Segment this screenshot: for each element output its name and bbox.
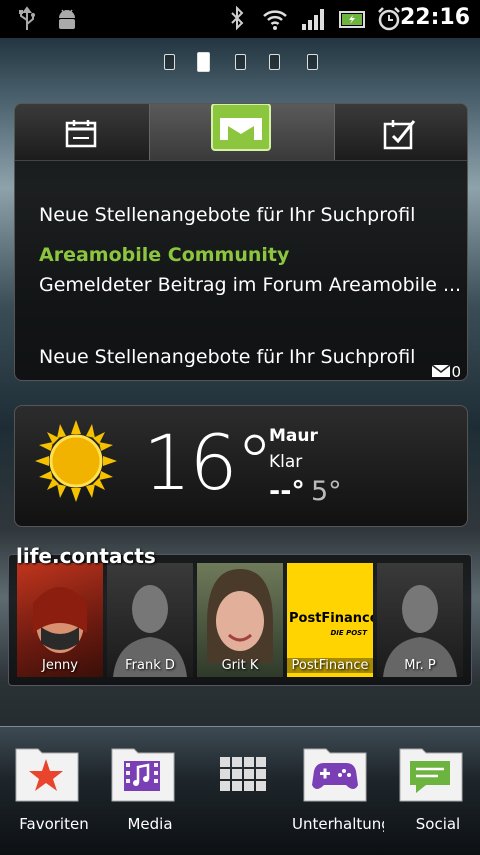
battery-icon bbox=[339, 11, 365, 28]
messaging-tabs bbox=[15, 104, 467, 161]
contact-name: PostFinance bbox=[287, 658, 373, 673]
contact-name: Jenny bbox=[41, 658, 78, 673]
dock-label: Favoriten bbox=[19, 815, 89, 833]
tab-tasks[interactable] bbox=[333, 104, 467, 160]
contacts-widget: Jenny Frank D Grit K PostFinance DIE POS… bbox=[8, 554, 472, 686]
weather-high: 5° bbox=[311, 476, 342, 507]
postfinance-logo: PostFinance bbox=[289, 611, 373, 626]
dock-label: Unterhaltung bbox=[292, 815, 384, 833]
home-page-indicator bbox=[0, 52, 480, 72]
sun-icon bbox=[35, 420, 117, 502]
contact-card[interactable]: Frank D bbox=[107, 563, 193, 677]
weather-widget[interactable]: 16° Maur Klar --° 5° bbox=[14, 405, 468, 527]
unread-indicator: 0 bbox=[431, 363, 461, 381]
page-dot-active[interactable] bbox=[197, 52, 210, 72]
contact-card[interactable]: Grit K bbox=[197, 563, 283, 677]
weather-condition: Klar bbox=[269, 452, 303, 472]
contact-card[interactable]: Mr. P bbox=[377, 563, 463, 677]
contact-card[interactable]: Jenny bbox=[17, 563, 103, 677]
chat-icon bbox=[399, 748, 463, 802]
mail-icon bbox=[211, 104, 271, 151]
envelope-icon bbox=[431, 364, 451, 377]
message-item-text[interactable]: Gemeldeter Beitrag im Forum Areamobile .… bbox=[39, 274, 461, 296]
bluetooth-icon bbox=[231, 6, 244, 31]
tab-calendar[interactable] bbox=[15, 104, 149, 160]
android-debug-icon bbox=[59, 9, 75, 29]
temperature: 16° bbox=[143, 418, 274, 507]
page-dot[interactable] bbox=[269, 54, 280, 70]
tasks-icon bbox=[383, 120, 416, 150]
messaging-widget[interactable]: Neue Stellenangebote für Ihr Suchprofil … bbox=[14, 103, 468, 381]
contact-name: Grit K bbox=[221, 658, 259, 673]
contacts-widget-title: life.contacts bbox=[16, 544, 156, 568]
clock: 22:16 bbox=[399, 5, 470, 30]
wifi-icon bbox=[263, 10, 287, 30]
page-dot[interactable] bbox=[235, 54, 246, 70]
dock-label: Media bbox=[127, 815, 173, 833]
gamepad-icon bbox=[303, 748, 367, 802]
contact-card[interactable]: PostFinance DIE POST PostFinance bbox=[287, 563, 373, 677]
postfinance-logo-sub: DIE POST bbox=[330, 629, 367, 637]
film-icon bbox=[111, 748, 175, 802]
star-icon bbox=[15, 748, 79, 802]
message-item-text[interactable]: Neue Stellenangebote für Ihr Suchprofil bbox=[39, 204, 415, 226]
dock-label: Social bbox=[415, 815, 461, 833]
app-dock: Favoriten Media Unterhaltung Social bbox=[0, 726, 480, 855]
weather-city: Maur bbox=[269, 426, 318, 446]
weather-low: --° bbox=[269, 476, 305, 507]
message-item-text[interactable]: Neue Stellenangebote für Ihr Suchprofil bbox=[39, 346, 415, 368]
app-grid-icon bbox=[220, 757, 266, 791]
status-bar: 22:16 bbox=[0, 0, 480, 38]
tab-mail[interactable] bbox=[149, 104, 335, 160]
usb-icon bbox=[19, 6, 35, 30]
contact-name: Mr. P bbox=[404, 658, 436, 673]
alarm-icon bbox=[378, 7, 400, 31]
page-dot[interactable] bbox=[307, 54, 318, 70]
contact-name: Frank D bbox=[125, 658, 175, 673]
message-item-sender[interactable]: Areamobile Community bbox=[39, 244, 289, 266]
signal-icon bbox=[302, 9, 324, 30]
page-dot[interactable] bbox=[164, 54, 175, 70]
calendar-icon bbox=[65, 120, 97, 148]
unread-count: 0 bbox=[451, 363, 461, 381]
